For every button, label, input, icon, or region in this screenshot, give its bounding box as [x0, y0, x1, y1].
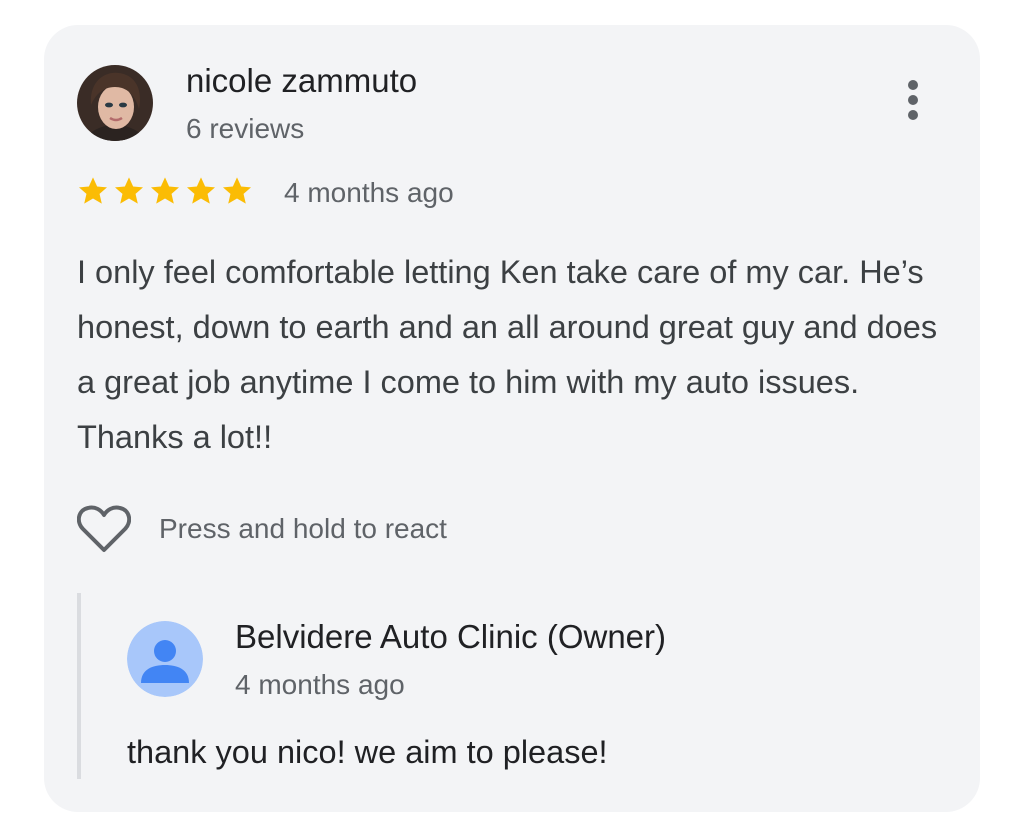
review-count[interactable]: 6 reviews: [186, 111, 304, 147]
owner-name[interactable]: Belvidere Auto Clinic (Owner): [235, 617, 666, 657]
owner-avatar[interactable]: [127, 621, 203, 697]
reviewer-avatar[interactable]: [77, 65, 153, 141]
owner-reply: Belvidere Auto Clinic (Owner) 4 months a…: [77, 593, 941, 779]
star-icon: [187, 177, 215, 204]
review-text: I only feel comfortable letting Ken take…: [77, 254, 938, 455]
review-date: 4 months ago: [284, 177, 454, 208]
star-rating: [77, 175, 253, 211]
star-icon: [223, 177, 251, 204]
react-button[interactable]: Press and hold to react: [77, 501, 447, 557]
default-person-avatar-icon: [127, 621, 203, 697]
star-icon: [79, 177, 107, 204]
reply-text: thank you nico! we aim to please!: [127, 734, 608, 770]
react-label: Press and hold to react: [159, 513, 447, 544]
more-vert-icon: [908, 80, 918, 90]
star-icon: [151, 177, 179, 204]
reviewer-name[interactable]: nicole zammuto: [186, 61, 417, 101]
heart-outline-icon: [77, 505, 131, 552]
reply-date: 4 months ago: [235, 669, 405, 700]
star-icon: [115, 177, 143, 204]
review-card: nicole zammuto 6 reviews 4 months ago I …: [44, 25, 980, 812]
more-options-button[interactable]: [896, 77, 930, 127]
